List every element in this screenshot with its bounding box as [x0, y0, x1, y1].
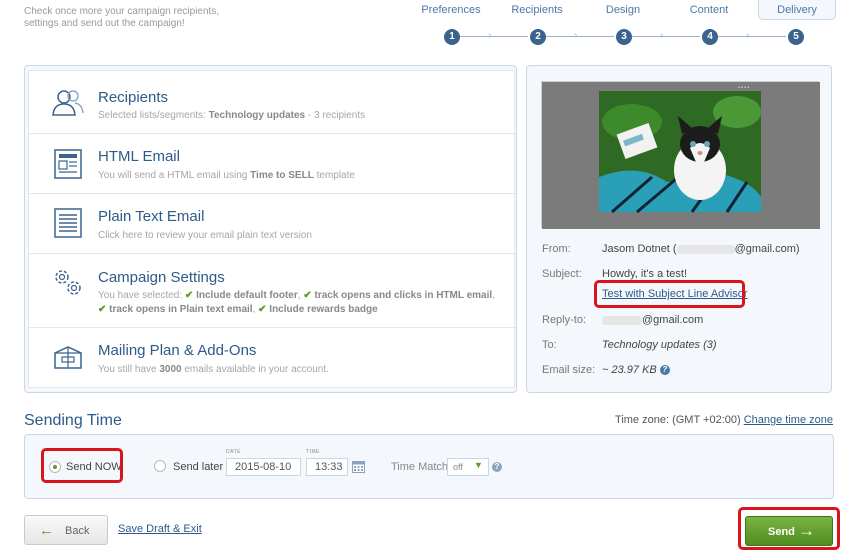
help-icon[interactable]: ?: [659, 365, 670, 375]
arrow-left-icon: ←: [39, 522, 54, 539]
chevron-right-icon: ›: [488, 30, 492, 41]
timezone-info: Time zone: (GMT +02:00) Change time zone: [615, 414, 833, 426]
summary-row-plain-text[interactable]: Plain Text Email Click here to review yo…: [29, 194, 516, 254]
users-icon: [52, 90, 84, 116]
preview-mini-header: • • • •: [738, 85, 750, 91]
date-label: DATE: [226, 449, 241, 455]
chevron-right-icon: ›: [574, 30, 578, 41]
step-3-dot[interactable]: 3: [616, 29, 632, 45]
send-later-radio[interactable]: [154, 460, 166, 472]
help-icon[interactable]: ?: [492, 462, 502, 472]
from-label: From:: [542, 243, 571, 255]
gears-icon: [55, 270, 81, 295]
subject-value: Howdy, it's a test!: [602, 268, 688, 280]
save-draft-link[interactable]: Save Draft & Exit: [118, 523, 202, 535]
checkmark-icon: ✔: [184, 290, 194, 301]
time-field[interactable]: 13:33: [306, 458, 348, 476]
step-connector: [718, 36, 786, 37]
step-recipients-label[interactable]: Recipients: [497, 4, 577, 16]
highlight-box: [41, 448, 123, 483]
checkmark-icon: ✔: [258, 304, 267, 315]
to-label: To:: [542, 339, 557, 351]
email-size-label: Email size:: [542, 364, 596, 376]
step-content-label[interactable]: Content: [669, 4, 749, 16]
redacted-text: [602, 315, 642, 325]
back-button[interactable]: ← Back: [24, 515, 108, 545]
mailing-plan-title: Mailing Plan & Add-Ons: [98, 342, 257, 359]
sending-time-panel: Send NOW Send later DATE 2015-08-10 TIME…: [24, 434, 834, 499]
calendar-icon[interactable]: [352, 460, 365, 473]
checkmark-icon: ✔: [98, 304, 107, 315]
summary-row-html-email[interactable]: HTML Email You will send a HTML email us…: [29, 134, 516, 194]
wizard-steps: Preferences Recipients Design Content De…: [415, 0, 837, 50]
step-connector: [632, 36, 700, 37]
email-size-value: ~ 23.97 KB ?: [602, 364, 670, 376]
recipients-desc: Selected lists/segments: Technology upda…: [98, 110, 366, 121]
email-preview-panel: • • • • From: Jasom Dotnet (@gmail.com) …: [526, 65, 832, 393]
plain-text-desc: Click here to review your email plain te…: [98, 230, 312, 241]
plain-text-title: Plain Text Email: [98, 208, 205, 225]
step-connector: [546, 36, 614, 37]
email-preview-thumbnail[interactable]: • • • •: [541, 81, 820, 229]
recipients-title: Recipients: [98, 89, 169, 106]
send-later-label[interactable]: Send later: [173, 461, 223, 473]
summary-row-recipients[interactable]: Recipients Selected lists/segments: Tech…: [29, 71, 516, 134]
time-label: TIME: [306, 449, 320, 455]
html-document-icon: [54, 149, 82, 179]
step-preferences-label[interactable]: Preferences: [411, 4, 491, 16]
redacted-text: [676, 244, 735, 254]
step-2-dot[interactable]: 2: [530, 29, 546, 45]
mailing-plan-desc: You still have 3000 emails available in …: [98, 364, 329, 375]
step-design-label[interactable]: Design: [583, 4, 663, 16]
to-value: Technology updates (3): [602, 339, 717, 351]
step-4-dot[interactable]: 4: [702, 29, 718, 45]
sending-time-title: Sending Time: [24, 412, 122, 429]
from-value: Jasom Dotnet (@gmail.com): [602, 243, 800, 255]
text-document-icon: [54, 208, 82, 238]
package-icon: [54, 346, 82, 369]
time-match-label: Time Match: [391, 461, 449, 473]
campaign-settings-title: Campaign Settings: [98, 269, 225, 286]
back-label: Back: [65, 525, 90, 537]
date-field[interactable]: 2015-08-10: [226, 458, 301, 476]
highlight-box: [594, 280, 745, 308]
step-5-dot[interactable]: 5: [788, 29, 804, 45]
step-1-dot[interactable]: 1: [444, 29, 460, 45]
dropdown-arrow-icon[interactable]: ▼: [474, 460, 483, 470]
reply-to-label: Reply-to:: [542, 314, 587, 326]
chevron-right-icon: ›: [746, 30, 750, 41]
subject-label: Subject:: [542, 268, 582, 280]
chevron-right-icon: ›: [660, 30, 664, 41]
change-timezone-link[interactable]: Change time zone: [744, 414, 833, 426]
summary-list: Recipients Selected lists/segments: Tech…: [28, 70, 516, 390]
reply-to-value: @gmail.com: [602, 314, 703, 326]
campaign-summary-panel: Recipients Selected lists/segments: Tech…: [24, 65, 517, 393]
kitten-photo: [542, 82, 820, 229]
arrow-right-icon: →: [798, 521, 815, 540]
summary-row-mailing-plan[interactable]: Mailing Plan & Add-Ons You still have 30…: [29, 328, 516, 390]
send-label: Send: [768, 526, 795, 538]
send-button[interactable]: Send →: [745, 516, 833, 546]
html-email-desc: You will send a HTML email using Time to…: [98, 170, 355, 181]
summary-row-campaign-settings[interactable]: Campaign Settings You have selected: ✔ I…: [29, 254, 516, 328]
step-delivery-label[interactable]: Delivery: [757, 4, 837, 16]
page-intro: Check once more your campaign recipients…: [24, 6, 220, 29]
html-email-title: HTML Email: [98, 148, 180, 165]
step-connector: [460, 36, 528, 37]
checkmark-icon: ✔: [303, 290, 312, 301]
campaign-settings-desc: You have selected: ✔ Include default foo…: [98, 290, 495, 315]
